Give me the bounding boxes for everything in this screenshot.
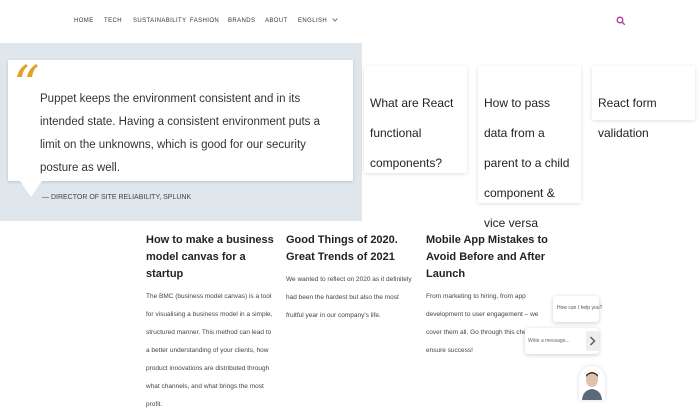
language-selector[interactable]: ENGLISH — [298, 18, 339, 24]
send-arrow-icon — [590, 336, 596, 346]
related-card[interactable]: What are React functional components? — [364, 66, 467, 173]
chat-message-box — [525, 328, 599, 354]
chat-greeting-text: How can I help you? — [557, 305, 603, 311]
article-title[interactable]: Mobile App Mistakes to Avoid Before and … — [426, 232, 554, 283]
language-label: ENGLISH — [298, 18, 328, 24]
nav-brands[interactable]: BRANDS — [228, 18, 255, 24]
chevron-down-icon — [332, 18, 339, 22]
article-excerpt: The BMC (business model canvas) is a too… — [146, 293, 273, 408]
related-card-title: What are React functional components? — [370, 96, 454, 170]
search-icon[interactable] — [616, 16, 626, 26]
nav-home[interactable]: HOME — [74, 18, 94, 24]
send-button[interactable] — [586, 331, 599, 351]
person-icon — [582, 372, 602, 400]
article-title[interactable]: Good Things of 2020. Great Trends of 202… — [286, 232, 414, 266]
chat-greeting-bubble: How can I help you? — [553, 296, 603, 322]
testimonial-author: — DIRECTOR OF SITE RELIABILITY, SPLUNK — [42, 194, 192, 201]
top-navigation: HOME TECH SUSTAINABILITY FASHION BRANDS … — [0, 0, 700, 43]
chat-message-input[interactable] — [528, 335, 580, 347]
article-item: Good Things of 2020. Great Trends of 202… — [286, 232, 414, 325]
nav-about[interactable]: ABOUT — [265, 18, 288, 24]
testimonial-pointer — [20, 181, 42, 197]
chat-agent-avatar[interactable] — [579, 366, 605, 400]
related-card-title: How to pass data from a parent to a chil… — [484, 96, 570, 230]
related-card[interactable]: How to pass data from a parent to a chil… — [478, 66, 581, 230]
nav-sustainability[interactable]: SUSTAINABILITY — [133, 18, 187, 24]
article-excerpt: We wanted to reflect on 2020 as it defin… — [286, 276, 412, 319]
nav-tech[interactable]: TECH — [104, 18, 122, 24]
related-card[interactable]: React form validation — [592, 66, 695, 140]
related-card-title: React form validation — [598, 96, 657, 140]
nav-fashion[interactable]: FASHION — [190, 18, 219, 24]
testimonial-text: Puppet keeps the environment consistent … — [40, 93, 321, 174]
article-item: How to make a business model canvas for … — [146, 232, 274, 414]
quote-mark-icon: “ — [13, 56, 40, 116]
article-title[interactable]: How to make a business model canvas for … — [146, 232, 274, 283]
